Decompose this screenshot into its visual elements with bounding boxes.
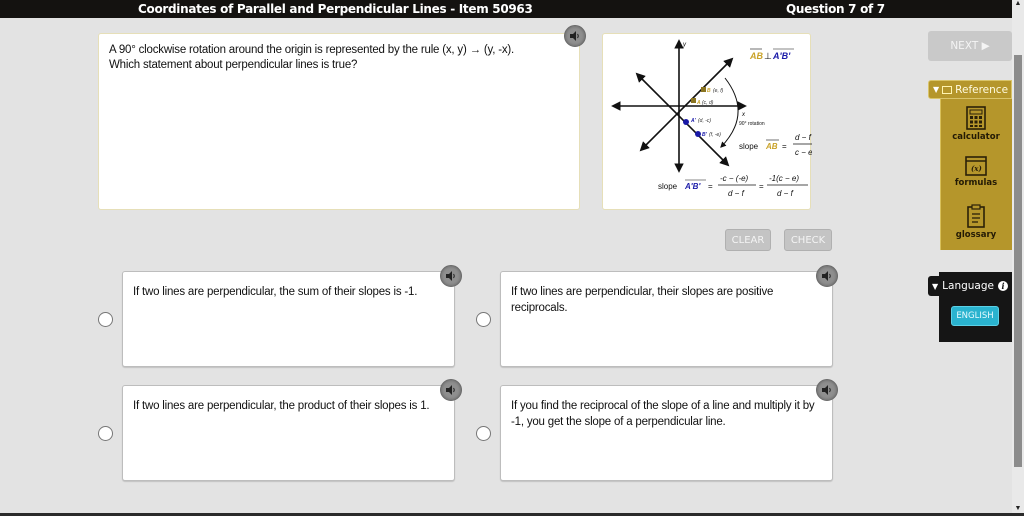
question-line-2: Which statement about perpendicular line… bbox=[109, 59, 358, 71]
svg-text:(d, -c): (d, -c) bbox=[698, 118, 711, 124]
question-counter: Question 7 of 7 bbox=[786, 2, 885, 16]
choice-1-text: If two lines are perpendicular, the sum … bbox=[133, 286, 418, 298]
calculator-icon bbox=[966, 106, 986, 130]
choice-4-radio[interactable] bbox=[476, 426, 491, 441]
info-icon[interactable]: i bbox=[997, 281, 1008, 291]
svg-text:A'B': A'B' bbox=[684, 182, 701, 191]
reference-book-icon bbox=[942, 85, 953, 94]
choice-3-audio-button[interactable] bbox=[440, 379, 462, 401]
svg-text:d − f: d − f bbox=[728, 189, 745, 198]
question-line-1: A 90° clockwise rotation around the orig… bbox=[109, 44, 515, 56]
choice-1[interactable]: If two lines are perpendicular, the sum … bbox=[122, 271, 455, 367]
x-axis-label: x bbox=[741, 112, 746, 118]
choice-3-radio[interactable] bbox=[98, 426, 113, 441]
choice-3[interactable]: If two lines are perpendicular, the prod… bbox=[122, 385, 455, 481]
speaker-icon bbox=[822, 271, 831, 281]
title-bar: Coordinates of Parallel and Perpendicula… bbox=[0, 0, 1012, 18]
speaker-icon bbox=[570, 31, 579, 41]
svg-text:=: = bbox=[708, 182, 713, 191]
clear-button[interactable]: CLEAR bbox=[725, 229, 771, 251]
svg-text:c − e: c − e bbox=[795, 148, 812, 157]
choice-2-radio[interactable] bbox=[476, 312, 491, 327]
svg-text:B: B bbox=[707, 88, 711, 94]
svg-text:AB: AB bbox=[749, 51, 763, 61]
choice-2-text: If two lines are perpendicular, their sl… bbox=[511, 286, 774, 314]
svg-text:(e, f): (e, f) bbox=[713, 88, 724, 94]
scrollbar-thumb[interactable] bbox=[1014, 55, 1022, 467]
choice-2[interactable]: If two lines are perpendicular, their sl… bbox=[500, 271, 833, 367]
glossary-label: glossary bbox=[955, 230, 997, 240]
formulas-button[interactable]: (x) formulas bbox=[940, 156, 1012, 188]
svg-text:slope: slope bbox=[658, 182, 678, 191]
svg-text:B': B' bbox=[702, 132, 708, 138]
choice-1-audio-button[interactable] bbox=[440, 265, 462, 287]
rotation-diagram: y x B (e, f) A (c, d) A' (d, -c) B' (f, … bbox=[611, 39, 812, 198]
choice-4-text: If you find the reciprocal of the slope … bbox=[511, 400, 815, 428]
next-button[interactable]: NEXT ▶ bbox=[928, 31, 1012, 61]
svg-text:(x): (x) bbox=[971, 164, 982, 173]
calculator-label: calculator bbox=[952, 132, 1000, 142]
choice-2-audio-button[interactable] bbox=[816, 265, 838, 287]
triangle-down-icon: ▼ bbox=[933, 85, 940, 94]
question-audio-button[interactable] bbox=[564, 25, 586, 47]
speaker-icon bbox=[446, 271, 455, 281]
formulas-label: formulas bbox=[954, 178, 998, 188]
question-panel: A 90° clockwise rotation around the orig… bbox=[98, 33, 580, 210]
language-label: Language bbox=[942, 280, 994, 292]
svg-text:90° rotation: 90° rotation bbox=[739, 121, 765, 127]
choice-4[interactable]: If you find the reciprocal of the slope … bbox=[500, 385, 833, 481]
svg-text:=: = bbox=[782, 142, 787, 151]
scroll-up-arrow-icon[interactable]: ▲ bbox=[1013, 0, 1023, 8]
reference-toggle[interactable]: ▼ Reference bbox=[928, 80, 1012, 99]
svg-text:A'B': A'B' bbox=[772, 51, 791, 61]
svg-text:(c, d): (c, d) bbox=[702, 100, 714, 106]
point-b-prime bbox=[695, 131, 701, 137]
svg-text:A: A bbox=[696, 100, 701, 106]
svg-text:slope: slope bbox=[739, 142, 759, 151]
choice-1-radio[interactable] bbox=[98, 312, 113, 327]
svg-text:⊥: ⊥ bbox=[764, 51, 772, 61]
glossary-icon bbox=[967, 204, 985, 228]
svg-text:-c − (-e): -c − (-e) bbox=[720, 174, 749, 183]
calculator-button[interactable]: calculator bbox=[940, 106, 1012, 142]
triangle-down-icon: ▼ bbox=[932, 281, 939, 291]
choice-4-audio-button[interactable] bbox=[816, 379, 838, 401]
question-text: A 90° clockwise rotation around the orig… bbox=[109, 43, 514, 73]
scroll-down-arrow-icon[interactable]: ▼ bbox=[1013, 505, 1023, 513]
activity-title: Coordinates of Parallel and Perpendicula… bbox=[138, 2, 533, 16]
speaker-icon bbox=[822, 385, 831, 395]
language-english-button[interactable]: ENGLISH bbox=[951, 306, 999, 326]
svg-text:(f, -e): (f, -e) bbox=[709, 132, 721, 138]
rotation-arc bbox=[720, 77, 739, 148]
formulas-icon: (x) bbox=[965, 156, 987, 176]
point-b bbox=[701, 87, 706, 92]
point-a-prime bbox=[683, 119, 689, 125]
language-toggle[interactable]: ▼ Language i bbox=[928, 276, 1012, 296]
svg-text:-1(c − e): -1(c − e) bbox=[769, 174, 799, 183]
reference-label: Reference bbox=[955, 83, 1009, 96]
choice-3-text: If two lines are perpendicular, the prod… bbox=[133, 400, 430, 412]
speaker-icon bbox=[446, 385, 455, 395]
check-button[interactable]: CHECK bbox=[784, 229, 832, 251]
glossary-button[interactable]: glossary bbox=[940, 204, 1012, 240]
y-axis-label: y bbox=[682, 42, 687, 48]
svg-text:A': A' bbox=[690, 118, 697, 124]
svg-text:=: = bbox=[759, 182, 764, 191]
svg-text:d − f: d − f bbox=[777, 189, 794, 198]
figure-panel: y x B (e, f) A (c, d) A' (d, -c) B' (f, … bbox=[602, 33, 812, 210]
point-a bbox=[691, 98, 696, 103]
svg-text:AB: AB bbox=[765, 142, 778, 151]
svg-text:d − f: d − f bbox=[795, 133, 812, 142]
